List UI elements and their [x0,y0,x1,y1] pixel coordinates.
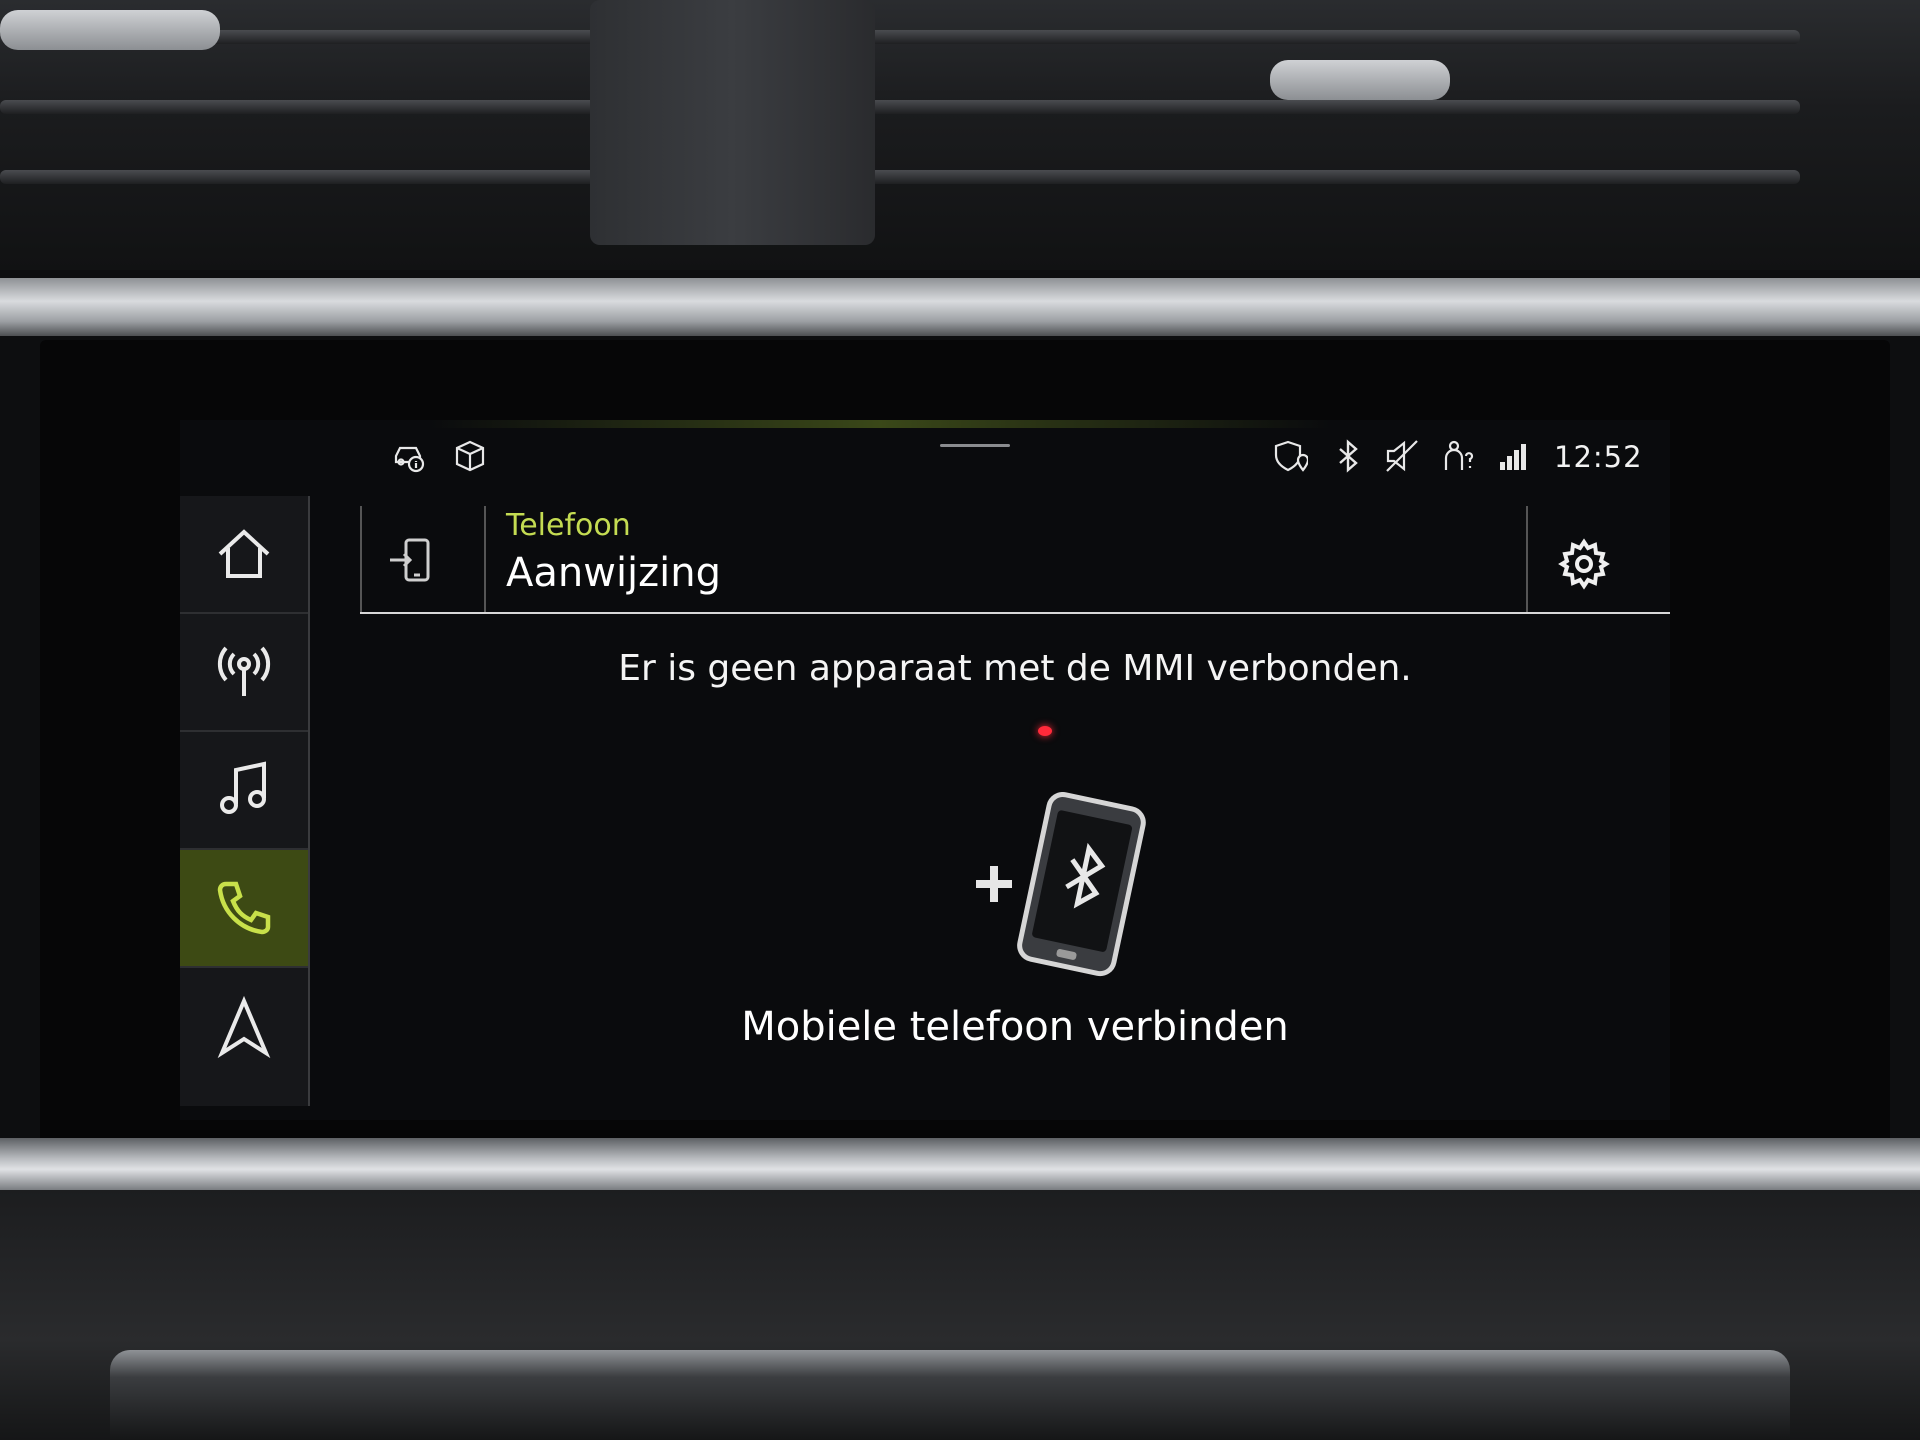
pull-down-handle[interactable] [940,444,1010,447]
lower-vent [110,1350,1790,1440]
indicator-light [1038,726,1052,736]
sidebar-item-navigation[interactable] [180,968,308,1086]
mute-icon[interactable] [1384,438,1420,474]
navigation-arrow-icon [217,995,271,1059]
vent-clip [590,0,875,245]
radio-antenna-icon [217,646,271,696]
lte-signal-icon[interactable] [1496,438,1532,474]
clock: 12:52 [1554,440,1643,474]
sidebar-item-music[interactable] [180,732,308,850]
air-vent [0,0,1920,270]
music-note-icon [220,761,266,814]
page-header: Telefoon Aanwijzing [360,506,1670,614]
add-bluetooth-phone-icon[interactable] [970,792,1150,982]
chrome-trim [0,1138,1920,1190]
vent-slat [0,30,1800,44]
status-message: Er is geen apparaat met de MMI verbonden… [618,648,1412,689]
sidebar-item-radio[interactable] [180,614,308,732]
vent-slat [0,170,1800,184]
car-info-icon[interactable] [392,438,428,474]
phone-transfer-button[interactable] [380,530,444,594]
vent-tab [0,10,220,50]
sidebar-item-home[interactable] [180,496,308,614]
header-divider [360,506,362,612]
gear-icon [1558,538,1610,590]
section-label: Telefoon [506,508,631,543]
shield-location-icon[interactable] [1272,438,1310,474]
phone-icon [217,881,271,935]
home-icon [218,529,270,578]
mmi-screen: 12:52 Telefoon Aanwijzing Er is geen app… [180,420,1670,1120]
page-title: Aanwijzing [506,550,722,596]
sidebar-item-phone[interactable] [180,850,308,968]
package-icon[interactable] [452,438,488,474]
chrome-trim [0,278,1920,336]
vent-tab [1270,60,1450,100]
person-help-icon[interactable] [1440,438,1476,474]
phone-transfer-icon [390,538,430,582]
settings-button[interactable] [1556,536,1612,592]
header-divider [484,506,486,612]
header-divider [1526,506,1528,612]
vent-slat [0,100,1800,114]
sidebar [180,496,310,1106]
connect-phone-button[interactable]: Mobiele telefoon verbinden [360,1004,1670,1050]
status-bar: 12:52 [180,420,1670,486]
status-glow [430,420,1330,428]
bluetooth-icon[interactable] [1330,438,1366,474]
